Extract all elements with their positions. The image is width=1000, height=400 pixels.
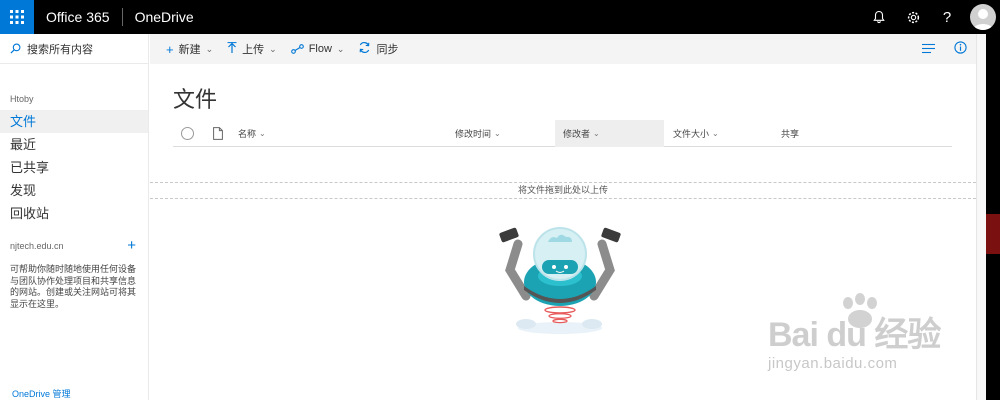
help-icon[interactable]: ? [930, 0, 964, 34]
watermark-url: jingyan.baidu.com [768, 355, 898, 372]
gear-icon[interactable] [896, 0, 930, 34]
upload-icon [227, 41, 237, 57]
upload-button[interactable]: 上传 ⌄ [227, 41, 277, 57]
column-modified-by[interactable]: 修改者 ⌄ [555, 120, 664, 147]
chevron-down-icon: ⌄ [494, 129, 501, 138]
sync-label: 同步 [376, 44, 399, 56]
sync-icon [358, 41, 371, 57]
info-icon[interactable] [944, 41, 976, 57]
sync-button[interactable]: 同步 [358, 41, 398, 57]
flow-label: Flow [308, 43, 332, 55]
column-sharing-label: 共享 [781, 129, 800, 139]
chevron-down-icon: ⌄ [269, 43, 277, 54]
page-title: 文件 [173, 87, 218, 112]
bell-icon[interactable] [862, 0, 896, 34]
column-header-row: 名称 ⌄ 修改时间 ⌄ 修改者 ⌄ 文件大小 ⌄ 共享 [173, 120, 952, 147]
column-sharing[interactable]: 共享 [781, 120, 799, 147]
nav-item-recent[interactable]: 最近 [0, 133, 148, 156]
background-edge-spot [986, 214, 1000, 254]
chevron-down-icon: ⌄ [712, 129, 719, 138]
column-file-size-label: 文件大小 [673, 129, 710, 139]
plus-icon: + [166, 41, 174, 57]
column-modified-by-label: 修改者 [563, 129, 591, 139]
file-type-icon [213, 127, 223, 142]
search-icon [10, 43, 21, 54]
search-box[interactable]: 搜索所有内容 [0, 34, 148, 64]
nav-item-recycle-bin[interactable]: 回收站 [0, 202, 148, 225]
chevron-down-icon: ⌄ [336, 43, 345, 54]
search-placeholder: 搜索所有内容 [27, 43, 93, 56]
avatar[interactable] [970, 4, 996, 30]
drop-zone[interactable]: 将文件拖到此处以上传 [150, 182, 976, 199]
nav-item-shared[interactable]: 已共享 [0, 156, 148, 179]
onedrive-admin-link[interactable]: OneDrive 管理 [12, 387, 71, 400]
site-label: Htoby [10, 94, 34, 104]
watermark-main: Bai du 经验 [768, 316, 941, 354]
column-file-size[interactable]: 文件大小 ⌄ [673, 120, 719, 147]
nav-item-discover[interactable]: 发现 [0, 179, 148, 202]
new-button[interactable]: + 新建 ⌄ [166, 41, 213, 57]
select-all-checkbox[interactable] [181, 127, 194, 140]
command-bar: + 新建 ⌄ 上传 ⌄ Flow ⌄ 同步 [150, 34, 976, 64]
site-domain[interactable]: njtech.edu.cn [10, 241, 64, 251]
left-nav: 搜索所有内容 Htoby 文件 最近 已共享 发现 回收站 njtech.edu… [0, 34, 149, 400]
empty-state-robot-illustration [496, 220, 626, 338]
baidu-watermark: Bai du 经验 jingyan.baidu.com [760, 293, 960, 385]
flow-icon [290, 42, 304, 57]
flow-button[interactable]: Flow ⌄ [290, 42, 345, 57]
onedrive-app-name[interactable]: OneDrive [123, 9, 194, 25]
chevron-down-icon: ⌄ [259, 129, 266, 138]
column-name-label: 名称 [238, 129, 257, 139]
chevron-down-icon: ⌄ [593, 129, 600, 138]
column-modified[interactable]: 修改时间 ⌄ [455, 120, 501, 147]
column-name[interactable]: 名称 ⌄ [238, 120, 266, 147]
waffle-icon[interactable] [0, 0, 34, 34]
nav-item-files[interactable]: 文件 [0, 110, 148, 133]
nav-list: 文件 最近 已共享 发现 回收站 [0, 110, 148, 225]
new-label: 新建 [178, 44, 201, 56]
background-edge [986, 34, 1000, 400]
office365-brand[interactable]: Office 365 [34, 9, 122, 25]
site-row: njtech.edu.cn + [0, 237, 148, 254]
upload-label: 上传 [242, 44, 265, 56]
suite-bar: Office 365 OneDrive ? [0, 0, 1000, 34]
column-modified-label: 修改时间 [455, 129, 492, 139]
view-options-icon[interactable] [912, 42, 944, 57]
add-site-icon[interactable]: + [127, 237, 136, 254]
vertical-scrollbar[interactable] [976, 34, 986, 400]
help-text: 可帮助你随时随地使用任何设备与团队协作处理项目和共享信息的网站。创建或关注网站可… [10, 264, 137, 309]
chevron-down-icon: ⌄ [205, 43, 214, 54]
